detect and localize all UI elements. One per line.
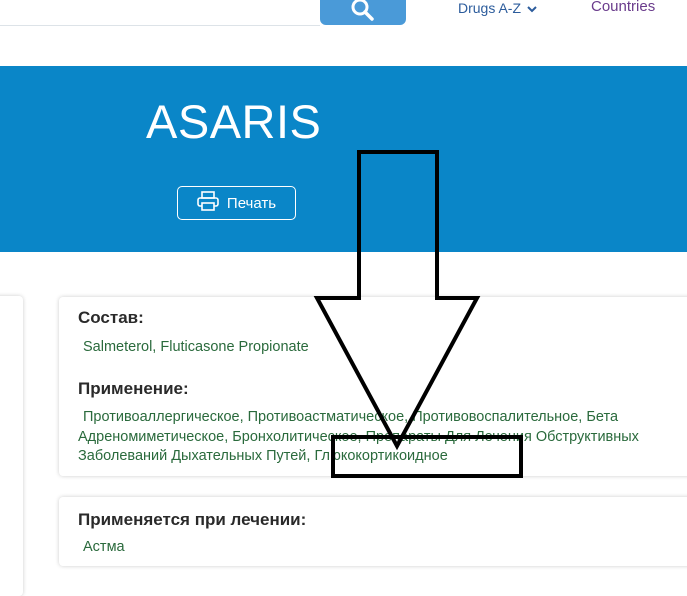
- treatment-card: Применяется при лечении: Астма: [59, 497, 687, 566]
- search-button[interactable]: [320, 0, 406, 25]
- drug-header-banner: ASARIS Печать: [0, 66, 687, 252]
- search-field-underline: [0, 25, 320, 26]
- top-navigation-bar: Drugs A-Z Countries: [0, 0, 687, 66]
- treatment-label: Применяется при лечении:: [78, 510, 307, 529]
- drug-title: ASARIS: [146, 95, 322, 148]
- chevron-down-icon: [527, 0, 537, 16]
- printer-icon: [197, 191, 219, 215]
- usage-line-3[interactable]: Заболеваний Дыхательных Путей,: [78, 448, 310, 464]
- sidebar-card: [0, 296, 23, 596]
- treatment-value[interactable]: Астма: [83, 539, 125, 555]
- nav-drugs-label: Drugs A-Z: [458, 0, 522, 16]
- print-button-label: Печать: [226, 194, 277, 212]
- usage-line-2[interactable]: Адреномиметическое, Бронхолитическое, Пр…: [78, 428, 687, 448]
- usage-highlighted-item[interactable]: Глюкокортикоидное: [314, 448, 447, 464]
- drug-info-card: Состав: Salmeterol, Fluticasone Propiona…: [59, 297, 687, 476]
- nav-drugs-a-z[interactable]: Drugs A-Z: [458, 0, 537, 16]
- print-button[interactable]: Печать: [177, 186, 296, 220]
- usage-value: Противоаллергическое, Противоастматическ…: [78, 408, 687, 467]
- nav-countries[interactable]: Countries: [591, 0, 655, 15]
- usage-label: Применение:: [78, 379, 189, 398]
- composition-label: Состав:: [78, 308, 144, 327]
- search-icon: [350, 0, 376, 27]
- usage-line-1[interactable]: Противоаллергическое, Противоастматическ…: [78, 409, 618, 425]
- composition-value[interactable]: Salmeterol, Fluticasone Propionate: [83, 339, 309, 355]
